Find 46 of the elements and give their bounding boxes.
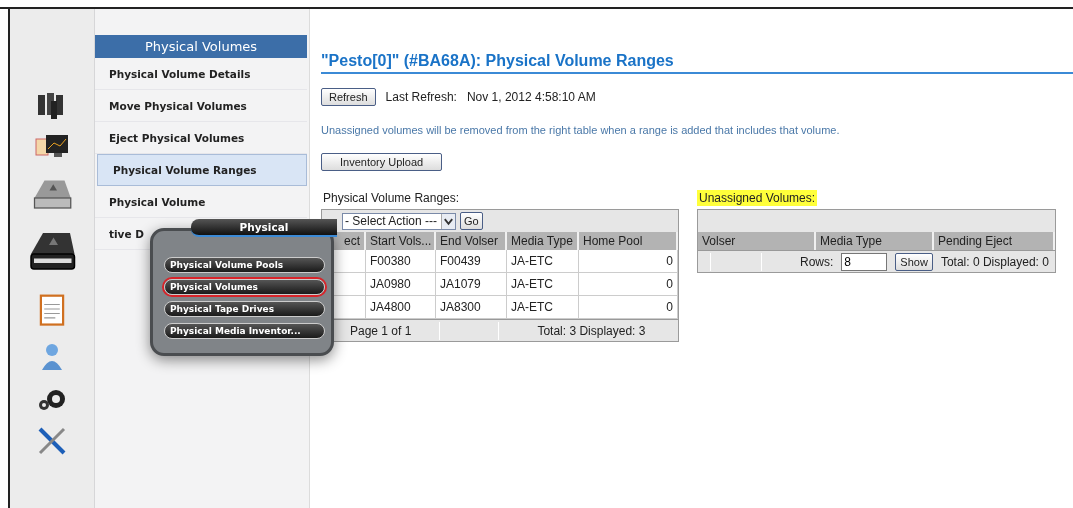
- table-cell: JA-ETC: [507, 273, 579, 296]
- sidebar-item[interactable]: Physical Volume: [95, 186, 307, 218]
- column-header[interactable]: Media Type: [816, 232, 934, 250]
- refresh-button[interactable]: Refresh: [321, 88, 376, 106]
- popup-title: Physical: [191, 219, 337, 237]
- ranges-label: Physical Volume Ranges:: [322, 190, 461, 206]
- table-cell: JA-ETC: [507, 296, 579, 319]
- column-header[interactable]: Home Pool: [579, 232, 678, 250]
- table-cell: JA1079: [436, 273, 507, 296]
- popup-menu-item[interactable]: Physical Volumes: [164, 279, 325, 295]
- table-cell: 0: [579, 273, 678, 296]
- table-summary: Total: 0 Displayed: 0: [940, 254, 1049, 269]
- column-header[interactable]: Media Type: [507, 232, 579, 250]
- sidebar-item[interactable]: Physical Volume Ranges: [97, 154, 307, 186]
- show-button[interactable]: Show: [895, 252, 933, 271]
- table-cell: JA8300: [436, 296, 507, 319]
- column-header[interactable]: End Volser: [436, 232, 507, 250]
- table-cell: 0: [579, 296, 678, 319]
- page-title: "Pesto[0]" (#BA68A): Physical Volume Ranges: [321, 52, 1073, 74]
- column-header[interactable]: Pending Eject: [934, 232, 1055, 250]
- popup-menu-item[interactable]: Physical Volume Pools: [164, 257, 325, 273]
- last-refresh-label: Last Refresh:: [385, 90, 457, 104]
- table-cell: JA0980: [366, 273, 436, 296]
- table-cell: F00439: [436, 250, 507, 273]
- column-header[interactable]: Start Vols...: [366, 232, 436, 250]
- last-refresh-value: Nov 1, 2012 4:58:10 AM: [466, 90, 596, 104]
- sidebar-item[interactable]: Physical Volume Details: [95, 58, 307, 90]
- table-cell: JA4800: [366, 296, 436, 319]
- table-cell: JA-ETC: [507, 250, 579, 273]
- table-cell: F00380: [366, 250, 436, 273]
- info-note: Unassigned volumes will be removed from the right table when a range is added that includes that volume.: [321, 124, 840, 136]
- rows-label: Rows:: [800, 254, 834, 269]
- action-select[interactable]: - Select Action ---: [342, 212, 457, 230]
- inventory-upload-button[interactable]: Inventory Upload: [321, 153, 443, 171]
- rows-field[interactable]: 8: [841, 252, 888, 271]
- unassigned-label: Unassigned Volumes:: [697, 190, 818, 206]
- go-button[interactable]: Go: [460, 212, 483, 230]
- sidebar-header: Physical Volumes: [95, 35, 307, 58]
- column-header[interactable]: Volser: [698, 232, 816, 250]
- popup-menu-item[interactable]: Physical Media Inventor...: [164, 323, 325, 339]
- pager-text: Page 1 of 1: [350, 323, 412, 338]
- table-summary: Total: 3 Displayed: 3: [537, 323, 646, 338]
- table-cell: 0: [579, 250, 678, 273]
- sidebar-item[interactable]: Move Physical Volumes: [95, 90, 307, 122]
- dropdown-caret-icon[interactable]: [441, 213, 456, 229]
- popup-menu-item[interactable]: Physical Tape Drives: [164, 301, 325, 317]
